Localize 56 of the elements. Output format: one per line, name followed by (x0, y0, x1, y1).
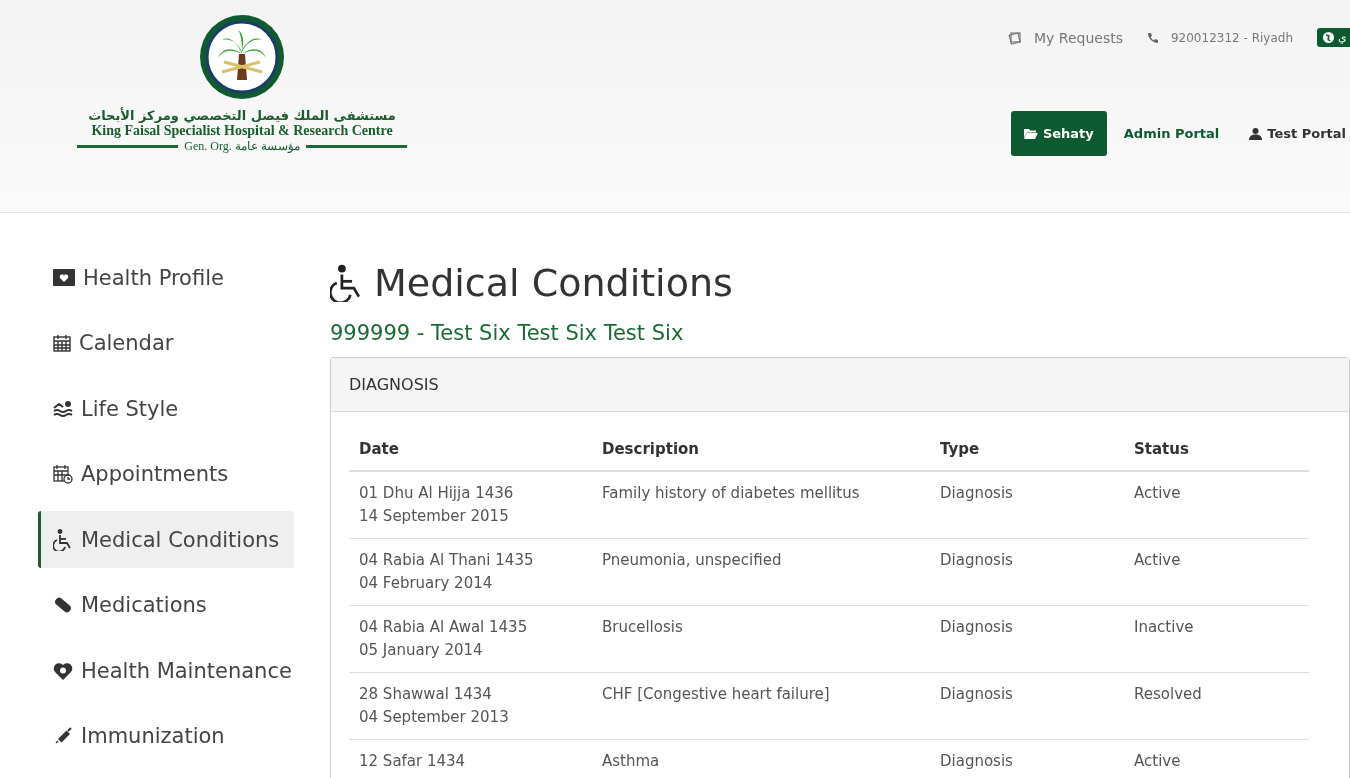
documents-icon (1008, 30, 1022, 45)
date-cell-text: 01 Dhu Al Hijja 1436 14 September 2015 (359, 483, 515, 527)
date-cell-text: 04 Rabia Al Awal 1435 05 January 2014 (359, 617, 529, 661)
type-cell-text: Diagnosis (940, 684, 1014, 705)
sidebar-item[interactable]: Medical Conditions (38, 511, 294, 568)
id-card-icon (53, 269, 75, 286)
phone-number: 920012312 - Riyadh (1170, 30, 1293, 45)
description-cell-text: Brucellosis (602, 617, 684, 638)
wheelchair-icon (53, 528, 73, 551)
heart-icon (53, 661, 73, 680)
folder-icon (1023, 128, 1038, 139)
status-cell-text: Active (1134, 751, 1182, 772)
language-button[interactable]: ي (1317, 28, 1350, 47)
status-cell-text: Active (1134, 483, 1182, 504)
organization-label: Gen. Org. مؤسسة عامة (184, 139, 300, 154)
phone-icon (1146, 31, 1159, 44)
type-cell-text: Diagnosis (940, 550, 1014, 571)
patient-name: 999999 - Test Six Test Six Test Six (330, 321, 685, 345)
globe-icon (1323, 32, 1334, 43)
status-cell-text: Resolved (1134, 684, 1203, 705)
portal-tab[interactable]: Sehaty (1010, 111, 1107, 156)
syringe-icon (53, 726, 73, 746)
type-cell-text: Diagnosis (940, 617, 1014, 638)
status-cell-text: Active (1134, 550, 1182, 571)
sidebar-item[interactable]: Medications (38, 576, 294, 634)
description-cell-text: Family history of diabetes mellitus (602, 483, 861, 504)
status-cell-text: Inactive (1134, 617, 1195, 638)
type-cell-text: Diagnosis (940, 751, 1014, 772)
sidebar-item[interactable]: Immunization (38, 707, 294, 765)
user-icon (1249, 127, 1263, 140)
hospital-name: King Faisal Specialist Hospital & Research Centre (91, 123, 393, 139)
description-cell-text: Pneumonia, unspecified (602, 550, 783, 571)
portal-tab[interactable]: Test Portal (1236, 111, 1350, 156)
swimmer-icon (53, 399, 73, 418)
type-cell-text: Diagnosis (940, 483, 1014, 504)
column-header: Description (592, 430, 930, 471)
page-title: Medical Conditions (374, 261, 733, 305)
requests-link[interactable]: My Requests (1034, 29, 1123, 46)
column-header: Type (930, 430, 1124, 471)
sidebar-item[interactable]: Health Profile (38, 249, 294, 306)
portal-tab[interactable]: Admin Portal (1110, 111, 1233, 156)
sidebar-item[interactable]: Life Style (38, 380, 294, 437)
hospital-name-arabic: مستشفى الملك فيصل التخصصي ومركز الأبحاث (88, 108, 396, 123)
date-cell-text: 04 Rabia Al Thani 1435 04 February 2014 (359, 550, 535, 594)
calendar-clock-icon (53, 464, 73, 484)
sidebar-item[interactable]: Calendar (38, 314, 294, 372)
calendar-icon (53, 334, 71, 352)
sidebar-item[interactable]: Appointments (38, 445, 294, 503)
description-cell-text: Asthma (602, 751, 661, 772)
date-cell-text: 28 Shawwal 1434 04 September 2013 (359, 684, 510, 728)
description-cell-text: CHF [Congestive heart failure] (602, 684, 831, 705)
panel-heading: DIAGNOSIS (331, 358, 1349, 412)
sidebar-item[interactable]: Health Maintenance (38, 642, 294, 699)
column-header: Date (349, 430, 592, 471)
column-header: Status (1124, 430, 1309, 471)
date-cell-text: 12 Safar 1434 (359, 751, 467, 772)
